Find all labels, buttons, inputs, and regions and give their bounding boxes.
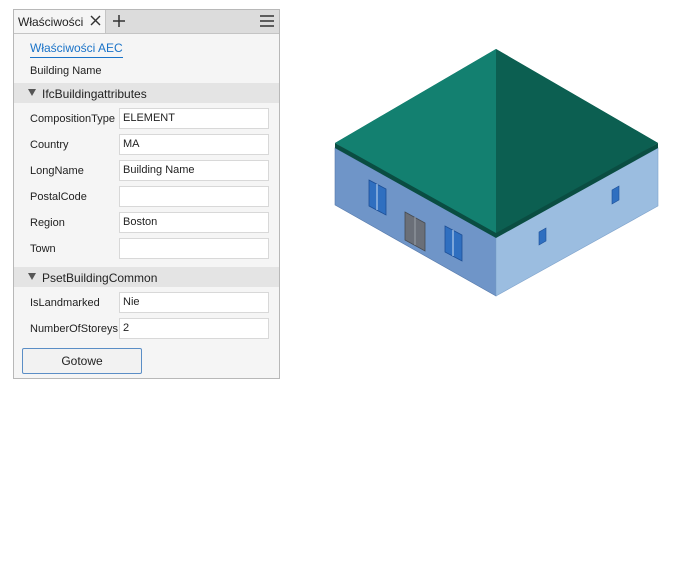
- tab-label: Właściwości: [18, 15, 84, 29]
- done-button[interactable]: Gotowe: [22, 348, 142, 374]
- prop-label: Region: [30, 217, 65, 229]
- section-ifc-building-attributes[interactable]: IfcBuildingattributes: [14, 83, 279, 103]
- building-3d-model[interactable]: [330, 45, 665, 300]
- section-pset-building-common[interactable]: PsetBuildingCommon: [14, 267, 279, 287]
- country-field[interactable]: MA: [119, 134, 269, 155]
- prop-label: Town: [30, 243, 56, 255]
- close-icon[interactable]: [89, 13, 102, 28]
- postal-code-field[interactable]: [119, 186, 269, 207]
- long-name-field[interactable]: Building Name: [119, 160, 269, 181]
- prop-label: IsLandmarked: [30, 297, 100, 309]
- prop-label: PostalCode: [30, 191, 87, 203]
- prop-label: NumberOfStoreys: [30, 323, 119, 335]
- collapse-triangle-icon[interactable]: [28, 273, 36, 280]
- collapse-triangle-icon[interactable]: [28, 89, 36, 96]
- town-field[interactable]: [119, 238, 269, 259]
- prop-label: CompositionType: [30, 113, 115, 125]
- section-title: IfcBuildingattributes: [42, 87, 147, 101]
- tab-bar: Właściwości: [14, 10, 279, 34]
- region-field[interactable]: Boston: [119, 212, 269, 233]
- tab-properties[interactable]: Właściwości: [14, 10, 106, 33]
- number-of-storeys-field[interactable]: 2: [119, 318, 269, 339]
- prop-label: LongName: [30, 165, 84, 177]
- is-landmarked-field[interactable]: Nie: [119, 292, 269, 313]
- aec-properties-link[interactable]: Właściwości AEC: [30, 41, 123, 58]
- element-name: Building Name: [30, 65, 102, 77]
- properties-panel: Właściwości Właściwości AEC Building Nam…: [13, 9, 280, 379]
- composition-type-field[interactable]: ELEMENT: [119, 108, 269, 129]
- prop-label: Country: [30, 139, 69, 151]
- section-title: PsetBuildingCommon: [42, 271, 158, 285]
- add-tab-icon[interactable]: [112, 14, 126, 28]
- menu-icon[interactable]: [260, 15, 274, 27]
